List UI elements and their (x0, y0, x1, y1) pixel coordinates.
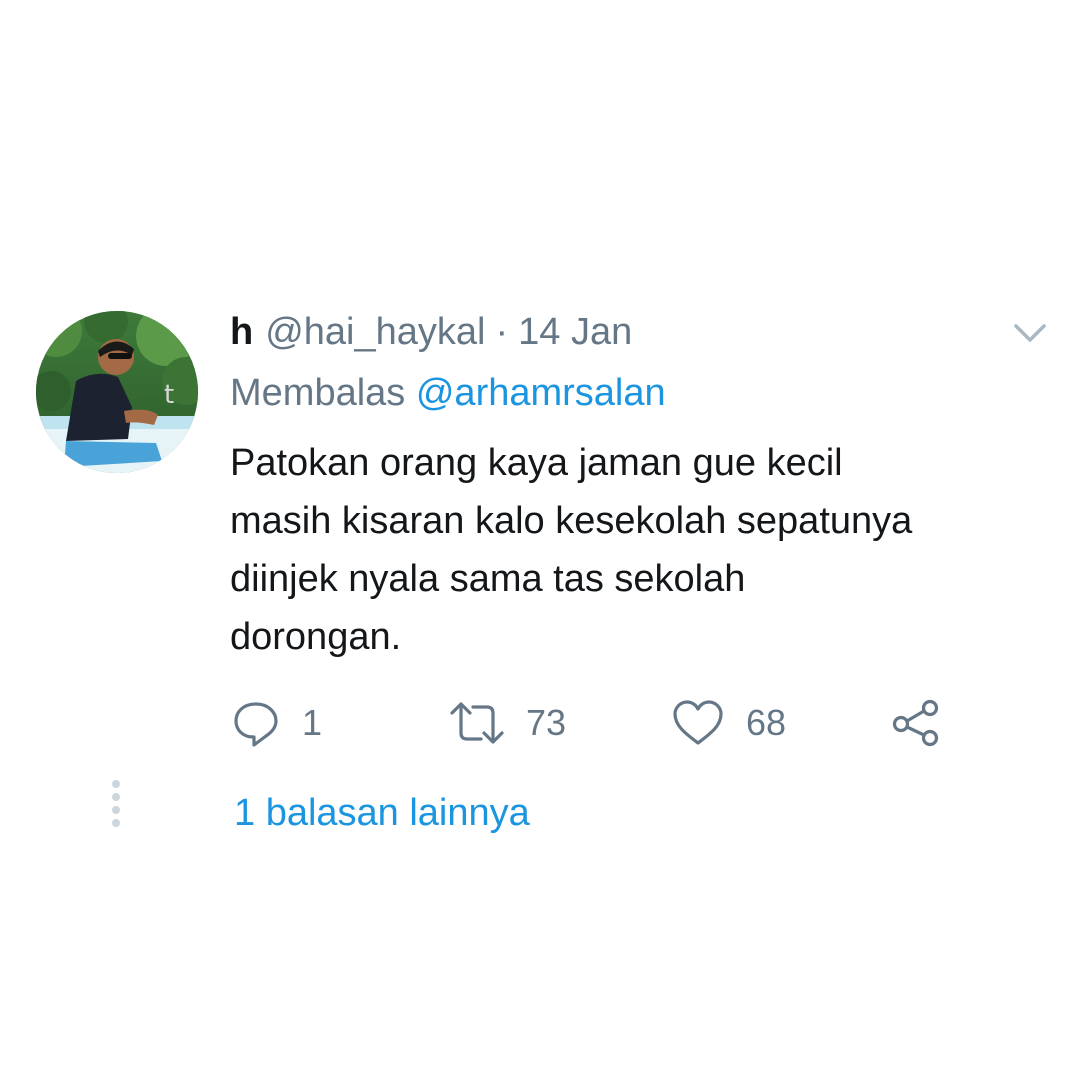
more-replies-link[interactable]: 1 balasan lainnya (234, 792, 530, 835)
reply-button[interactable]: 1 (230, 694, 322, 752)
like-button[interactable]: 68 (670, 694, 786, 752)
reply-context: Membalas @arhamrsalan (230, 372, 666, 415)
tweet-text: Patokan orang kaya jaman gue kecil masih… (230, 434, 1050, 666)
tweet-text-line: dorongan. (230, 616, 402, 658)
tweet-text-line: diinjek nyala sama tas sekolah (230, 558, 746, 600)
avatar-photo: t (36, 311, 198, 473)
reply-prefix: Membalas (230, 372, 406, 414)
chevron-down-icon[interactable] (1010, 318, 1050, 348)
tweet-date[interactable]: 14 Jan (518, 311, 632, 354)
retweet-icon (450, 702, 504, 744)
avatar-watermark: t (164, 380, 174, 410)
share-button[interactable] (890, 694, 942, 752)
retweet-count: 73 (526, 702, 567, 743)
share-icon (892, 699, 939, 747)
tweet-text-line: masih kisaran kalo kesekolah sepatunya (230, 500, 913, 542)
like-count: 68 (746, 702, 787, 743)
tweet-text-line: Patokan orang kaya jaman gue kecil (230, 442, 843, 484)
avatar[interactable]: t (36, 311, 198, 473)
display-name[interactable]: h (230, 311, 253, 354)
tweet-screen: t h @hai_haykal · 14 Jan Membalas @arham… (0, 0, 1080, 1080)
retweet-button[interactable]: 73 (448, 694, 566, 752)
user-handle[interactable]: @hai_haykal (265, 311, 485, 354)
tweet-header: h @hai_haykal · 14 Jan (230, 306, 632, 358)
separator-dot: · (495, 310, 509, 353)
reply-mention-link[interactable]: @arhamrsalan (416, 372, 666, 414)
heart-icon (673, 700, 723, 745)
thread-connector-dots (110, 778, 122, 830)
reply-count: 1 (302, 702, 323, 743)
reply-icon (234, 702, 278, 747)
tweet-actions: 1 73 68 (230, 694, 990, 752)
